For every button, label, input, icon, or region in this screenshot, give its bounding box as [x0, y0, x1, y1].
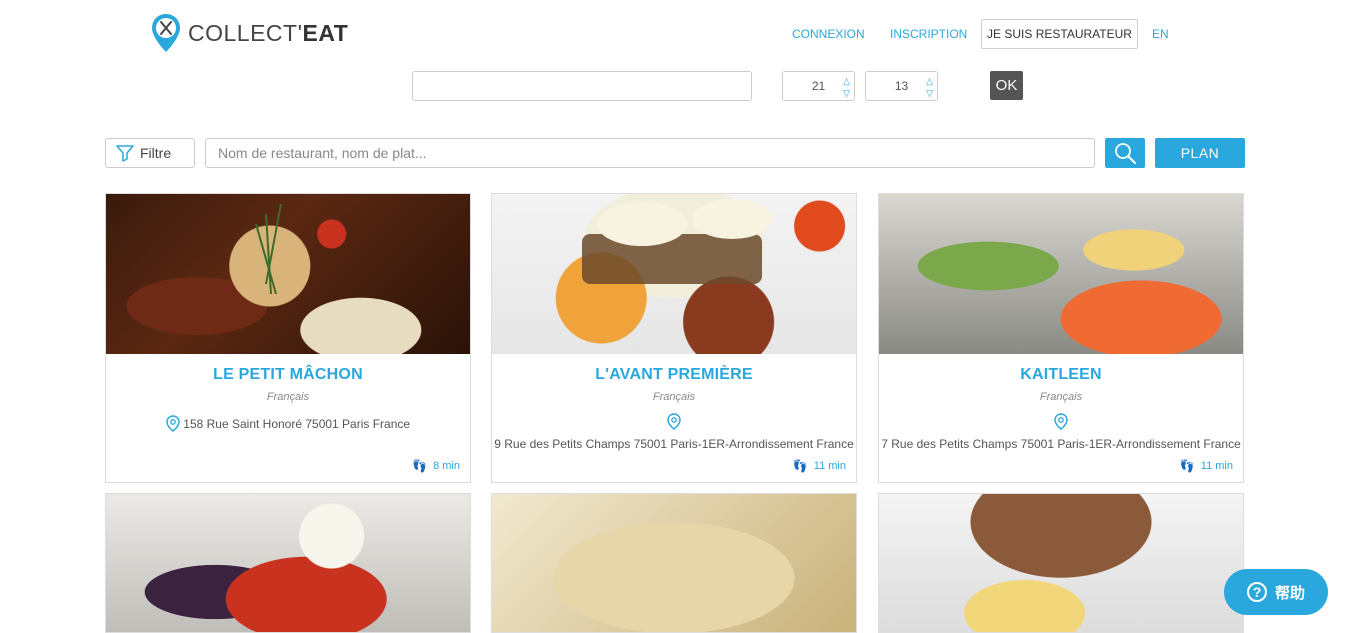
minute-value: 13	[894, 79, 909, 93]
restaurant-photo	[879, 194, 1243, 354]
restaurant-address: 158 Rue Saint Honoré 75001 Paris France	[106, 415, 470, 432]
footsteps-icon: 👣	[412, 459, 428, 473]
stepper-arrows-icon[interactable]: △ ▽	[843, 75, 850, 99]
restaurant-photo	[106, 494, 470, 632]
location-pin-logo-icon	[152, 14, 180, 52]
language-link[interactable]: EN	[1152, 27, 1169, 41]
address-text: 158 Rue Saint Honoré 75001 Paris France	[183, 417, 411, 431]
restaurant-card[interactable]: KAITLEEN Français 7 Rue des Petits Champ…	[878, 193, 1244, 483]
restaurant-photo	[106, 194, 470, 354]
footsteps-icon: 👣	[792, 459, 808, 473]
filter-label: Filtre	[140, 145, 172, 161]
restaurant-photo	[492, 194, 856, 354]
location-pin-icon	[1054, 413, 1068, 430]
restaurant-card[interactable]	[105, 493, 471, 633]
search-button[interactable]	[1105, 138, 1145, 168]
minute-stepper[interactable]: 13 △ ▽	[865, 71, 938, 101]
location-pin-icon	[166, 415, 180, 432]
magnifier-icon	[1115, 143, 1136, 164]
restaurant-name[interactable]: KAITLEEN	[879, 366, 1243, 384]
restaurant-photo	[879, 494, 1243, 632]
login-link[interactable]: CONNEXION	[792, 27, 865, 41]
address-input[interactable]	[412, 71, 752, 101]
location-pin-wrap	[879, 413, 1243, 435]
plan-button[interactable]: PLAN	[1155, 138, 1245, 168]
walk-time: 👣 11 min	[1180, 459, 1233, 473]
location-pin-wrap	[492, 413, 856, 435]
hour-stepper[interactable]: 21 △ ▽	[782, 71, 855, 101]
restaurant-name[interactable]: LE PETIT MÂCHON	[106, 366, 470, 384]
cuisine-label: Français	[266, 391, 310, 403]
restaurateur-button[interactable]: JE SUIS RESTAURATEUR	[981, 19, 1138, 49]
stepper-arrows-icon[interactable]: △ ▽	[926, 75, 933, 99]
restaurant-address: 9 Rue des Petits Champs 75001 Paris-1ER-…	[494, 437, 854, 451]
toast-graphic	[582, 199, 772, 284]
help-label: 帮助	[1274, 584, 1305, 602]
filter-button[interactable]: Filtre	[105, 138, 195, 168]
hour-value: 21	[811, 79, 826, 93]
walk-time-text: 8 min	[433, 460, 460, 472]
cuisine-label: Français	[1039, 391, 1083, 403]
herb-sprigs-graphic	[255, 203, 282, 295]
ok-button[interactable]: OK	[990, 71, 1023, 100]
restaurant-name[interactable]: L'AVANT PREMIÈRE	[492, 366, 856, 384]
funnel-icon	[116, 145, 134, 162]
logo-text: COLLECT'EAT	[188, 19, 349, 46]
restaurant-card[interactable]	[878, 493, 1244, 633]
walk-time-text: 11 min	[813, 460, 846, 472]
restaurant-card[interactable]: LE PETIT MÂCHON Français 158 Rue Saint H…	[105, 193, 471, 483]
signup-link[interactable]: INSCRIPTION	[890, 27, 967, 41]
restaurant-photo	[492, 494, 856, 632]
question-icon: ?	[1246, 582, 1267, 602]
help-button[interactable]: ? 帮助	[1224, 569, 1328, 615]
walk-time: 👣 8 min	[412, 459, 460, 473]
search-input[interactable]	[205, 138, 1095, 168]
restaurant-card[interactable]	[491, 493, 857, 633]
footsteps-icon: 👣	[1179, 459, 1195, 473]
restaurant-card[interactable]: L'AVANT PREMIÈRE Français 9 Rue des Peti…	[491, 193, 857, 483]
walk-time-text: 11 min	[1200, 460, 1233, 472]
logo[interactable]: COLLECT'EAT	[150, 13, 348, 53]
location-pin-icon	[667, 413, 681, 430]
walk-time: 👣 11 min	[793, 459, 846, 473]
restaurant-address: 7 Rue des Petits Champs 75001 Paris-1ER-…	[881, 437, 1241, 451]
cuisine-label: Français	[652, 391, 696, 403]
